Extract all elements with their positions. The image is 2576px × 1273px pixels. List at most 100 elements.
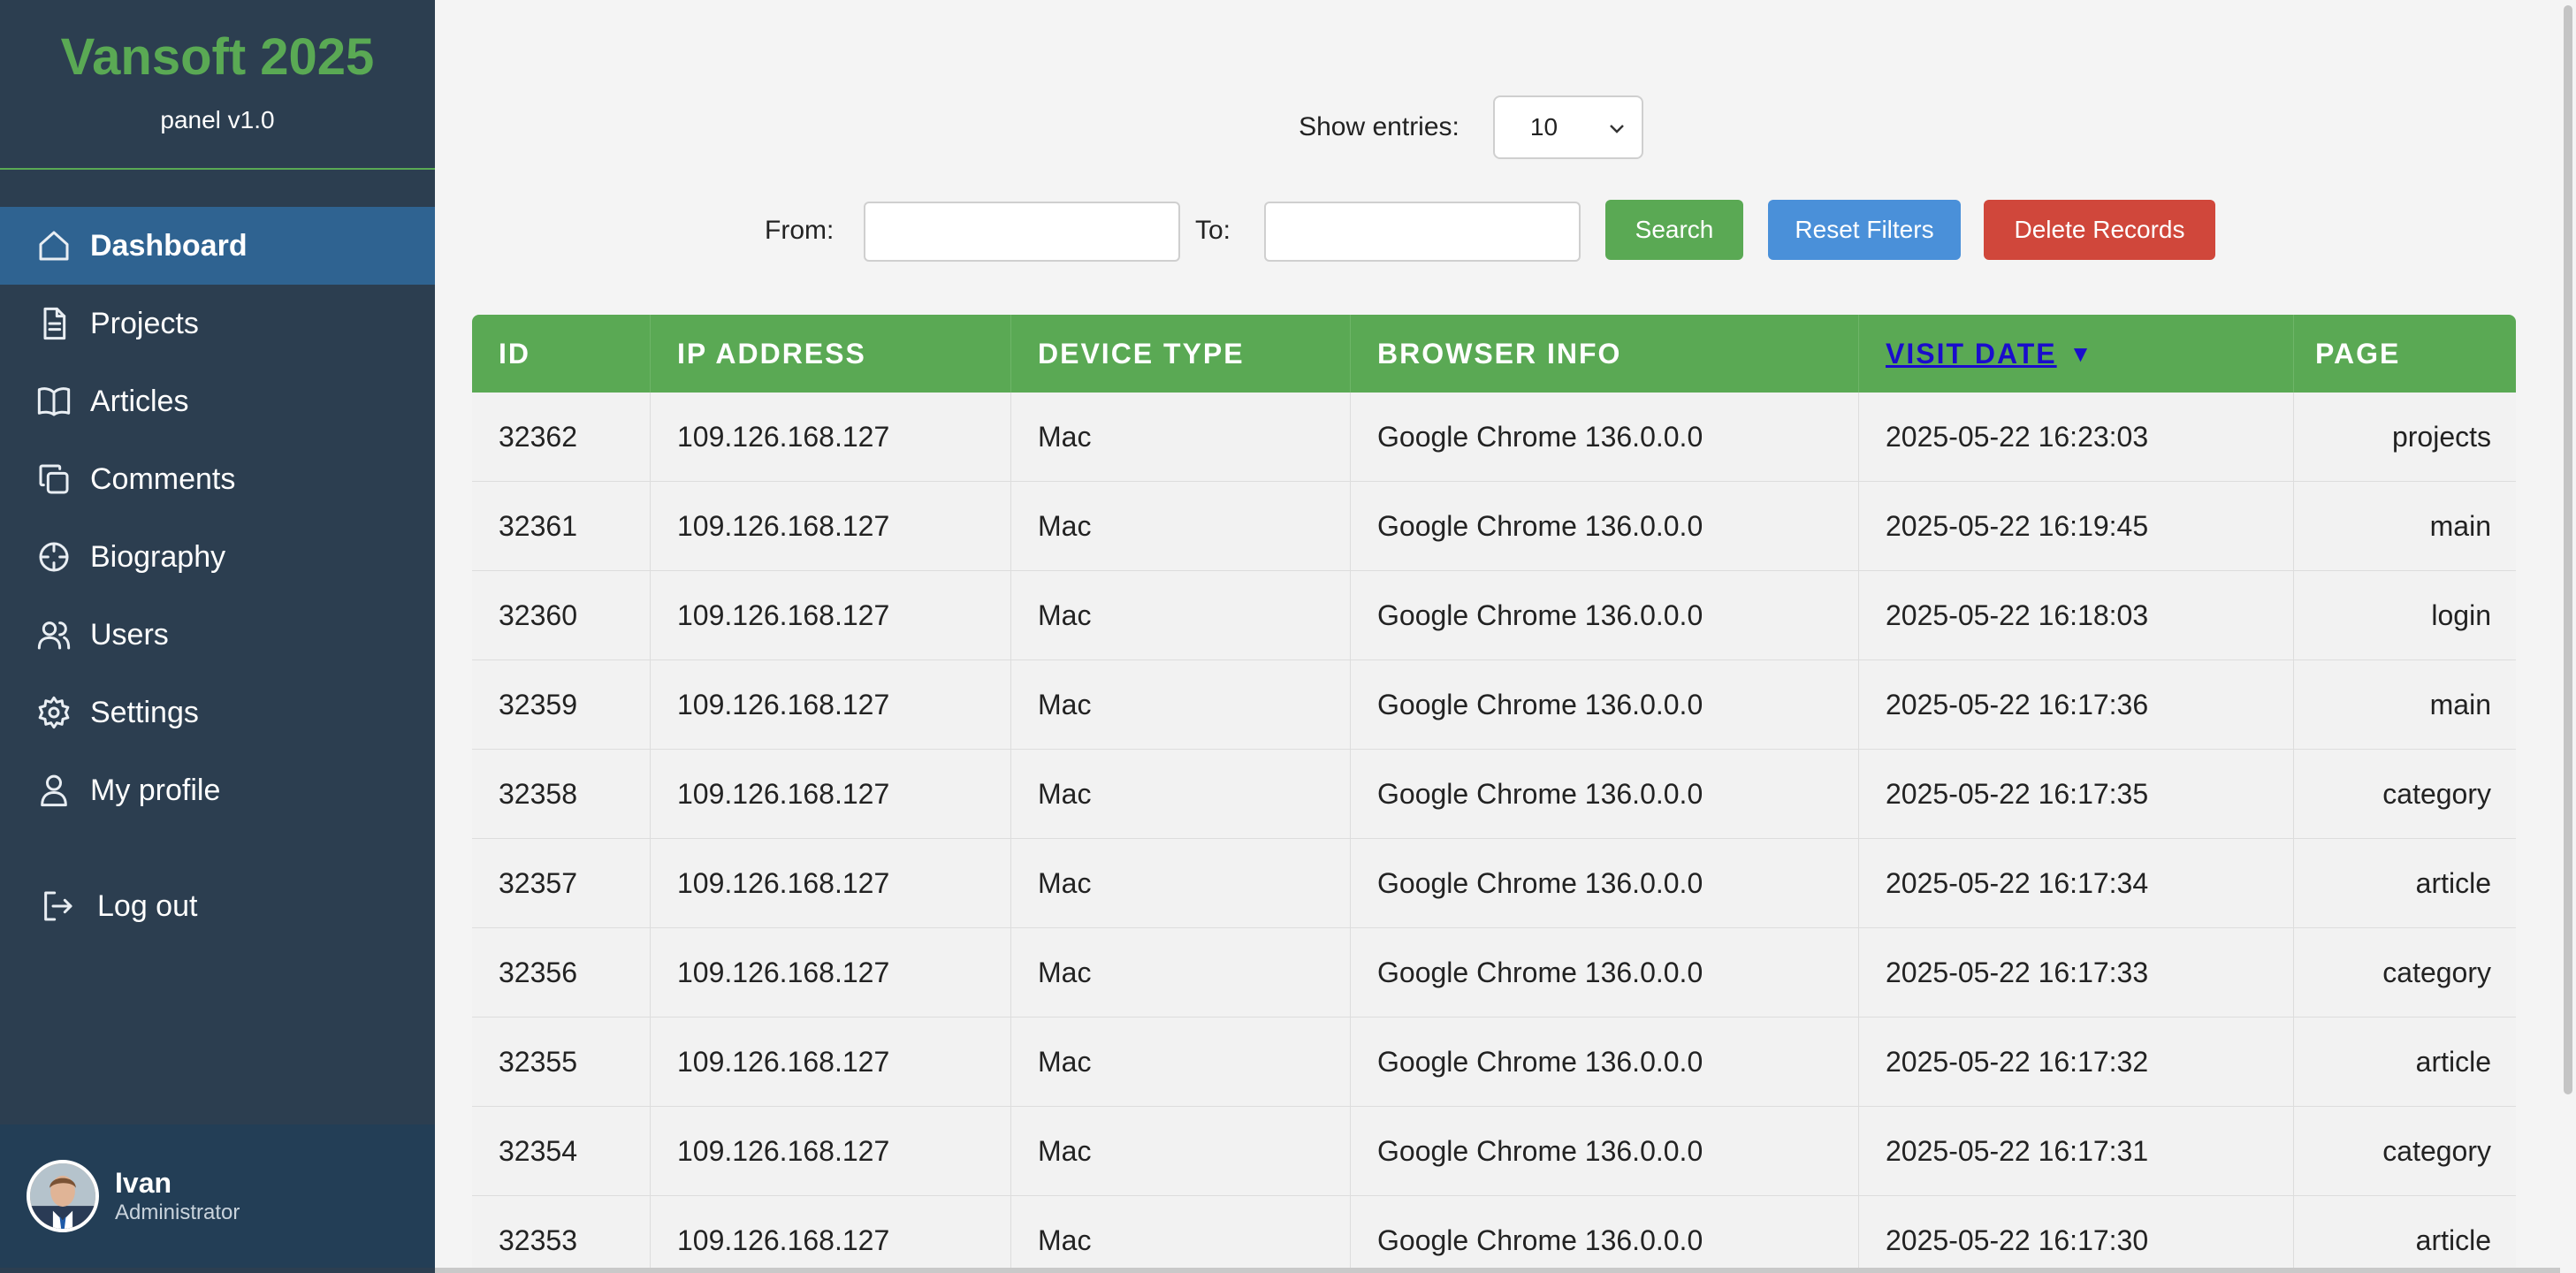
book-icon	[34, 381, 74, 422]
search-button[interactable]: Search	[1605, 200, 1743, 260]
user-name: Ivan	[115, 1167, 172, 1199]
column-header-page[interactable]: PAGE	[2294, 315, 2516, 393]
sidebar-item-articles[interactable]: Articles	[0, 362, 435, 440]
show-entries-control: Show entries: 10	[435, 95, 2560, 159]
table-row[interactable]: 32357 109.126.168.127 Mac Google Chrome 136…	[472, 839, 2516, 928]
column-header-id[interactable]: ID	[472, 315, 651, 393]
cell-browser-info: Google Chrome 136.0.0.0	[1351, 393, 1859, 481]
gear-icon	[34, 692, 74, 733]
cell-page: login	[2431, 598, 2491, 631]
brand-title: Vansoft 2025	[60, 28, 375, 86]
users-icon	[34, 614, 74, 655]
cell-visit-date: 2025-05-22 16:23:03	[1859, 393, 2294, 481]
table-row[interactable]: 32358 109.126.168.127 Mac Google Chrome 136…	[472, 750, 2516, 839]
table-row[interactable]: 32361 109.126.168.127 Mac Google Chrome 136…	[472, 482, 2516, 571]
table-row[interactable]: 32362 109.126.168.127 Mac Google Chrome 136…	[472, 393, 2516, 482]
sort-desc-icon: ▼	[2069, 339, 2094, 367]
cell-ip-address: 109.126.168.127	[651, 571, 1011, 659]
main-content: Show entries: 10 From: To: Search Reset …	[435, 0, 2560, 1273]
table-row[interactable]: 32356 109.126.168.127 Mac Google Chrome 136…	[472, 928, 2516, 1018]
cell-id: 32360	[472, 571, 651, 659]
sidebar-item-dashboard[interactable]: Dashboard	[0, 207, 435, 285]
cell-browser-info: Google Chrome 136.0.0.0	[1351, 750, 1859, 838]
cell-visit-date: 2025-05-22 16:17:30	[1859, 1196, 2294, 1273]
table-body: 32362 109.126.168.127 Mac Google Chrome 136…	[472, 393, 2516, 1273]
sidebar-nav: Dashboard Projects Articles Comments Bio…	[0, 207, 435, 945]
horizontal-scrollbar[interactable]	[435, 1268, 2560, 1273]
column-header-visit-date[interactable]: VISIT DATE ▼	[1859, 315, 2294, 393]
show-entries-value: 10	[1529, 113, 1559, 141]
document-icon	[34, 303, 74, 344]
sidebar-item-label: Comments	[90, 461, 236, 496]
vertical-scrollbar[interactable]	[2560, 0, 2576, 1273]
to-label: To:	[1195, 216, 1231, 245]
cell-device-type: Mac	[1011, 1107, 1351, 1195]
scrollbar-thumb[interactable]	[2564, 5, 2572, 1094]
user-icon	[34, 770, 74, 811]
sidebar-item-my-profile[interactable]: My profile	[0, 751, 435, 829]
cell-page: main	[2429, 688, 2491, 720]
sidebar-item-biography[interactable]: Biography	[0, 518, 435, 596]
cell-page: article	[2415, 1045, 2491, 1078]
table-row[interactable]: 32360 109.126.168.127 Mac Google Chrome 136…	[472, 571, 2516, 660]
copy-icon	[34, 459, 74, 499]
column-header-ip-address[interactable]: IP ADDRESS	[651, 315, 1011, 393]
table-row[interactable]: 32359 109.126.168.127 Mac Google Chrome 136…	[472, 660, 2516, 750]
home-icon	[34, 225, 74, 266]
cell-visit-date: 2025-05-22 16:17:32	[1859, 1018, 2294, 1106]
table-row[interactable]: 32354 109.126.168.127 Mac Google Chrome 136…	[472, 1107, 2516, 1196]
cell-visit-date: 2025-05-22 16:17:33	[1859, 928, 2294, 1017]
cell-device-type: Mac	[1011, 393, 1351, 481]
cell-page: category	[2382, 1134, 2491, 1167]
sidebar-item-label: Articles	[90, 384, 189, 418]
sidebar-item-users[interactable]: Users	[0, 596, 435, 674]
cell-device-type: Mac	[1011, 1196, 1351, 1273]
cell-browser-info: Google Chrome 136.0.0.0	[1351, 571, 1859, 659]
sidebar-item-comments[interactable]: Comments	[0, 440, 435, 518]
cell-browser-info: Google Chrome 136.0.0.0	[1351, 1196, 1859, 1273]
cell-visit-date: 2025-05-22 16:17:31	[1859, 1107, 2294, 1195]
avatar	[27, 1160, 99, 1232]
reset-filters-button[interactable]: Reset Filters	[1768, 200, 1961, 260]
sidebar-item-label: Projects	[90, 306, 199, 340]
user-role: Administrator	[115, 1201, 240, 1224]
to-date-input[interactable]	[1264, 202, 1581, 262]
delete-records-button[interactable]: Delete Records	[1984, 200, 2215, 260]
cell-page: main	[2429, 509, 2491, 542]
cell-visit-date: 2025-05-22 16:17:35	[1859, 750, 2294, 838]
column-header-device-type[interactable]: DEVICE TYPE	[1011, 315, 1351, 393]
visit-date-sort-link[interactable]: VISIT DATE	[1886, 338, 2057, 370]
cell-ip-address: 109.126.168.127	[651, 839, 1011, 927]
cell-id: 32357	[472, 839, 651, 927]
cell-page: projects	[2391, 420, 2491, 453]
sidebar-item-label: My profile	[90, 773, 221, 807]
cell-id: 32361	[472, 482, 651, 570]
cell-page: article	[2415, 866, 2491, 899]
brand-subtitle: panel v1.0	[160, 106, 275, 133]
cell-device-type: Mac	[1011, 750, 1351, 838]
cell-device-type: Mac	[1011, 1018, 1351, 1106]
from-date-input[interactable]	[864, 202, 1180, 262]
logout-button[interactable]: Log out	[0, 867, 435, 945]
sidebar-item-label: Biography	[90, 539, 226, 574]
cell-id: 32358	[472, 750, 651, 838]
show-entries-label: Show entries:	[1299, 112, 1459, 141]
sidebar-item-settings[interactable]: Settings	[0, 674, 435, 751]
cell-page: category	[2382, 956, 2491, 988]
cell-browser-info: Google Chrome 136.0.0.0	[1351, 660, 1859, 749]
show-entries-select[interactable]: 10	[1492, 95, 1643, 159]
visits-table: ID IP ADDRESS DEVICE TYPE BROWSER INFO V…	[472, 315, 2516, 1273]
sidebar-item-label: Users	[90, 617, 169, 652]
table-row[interactable]: 32353 109.126.168.127 Mac Google Chrome 136…	[472, 1196, 2516, 1273]
table-header: ID IP ADDRESS DEVICE TYPE BROWSER INFO V…	[472, 315, 2516, 393]
cell-visit-date: 2025-05-22 16:17:34	[1859, 839, 2294, 927]
cell-visit-date: 2025-05-22 16:17:36	[1859, 660, 2294, 749]
user-card[interactable]: Ivan Administrator	[0, 1124, 435, 1268]
cell-ip-address: 109.126.168.127	[651, 393, 1011, 481]
table-row[interactable]: 32355 109.126.168.127 Mac Google Chrome 136…	[472, 1018, 2516, 1107]
brand: Vansoft 2025 panel v1.0	[0, 0, 435, 170]
column-header-browser-info[interactable]: BROWSER INFO	[1351, 315, 1859, 393]
sidebar-item-projects[interactable]: Projects	[0, 285, 435, 362]
cell-device-type: Mac	[1011, 482, 1351, 570]
cell-ip-address: 109.126.168.127	[651, 660, 1011, 749]
